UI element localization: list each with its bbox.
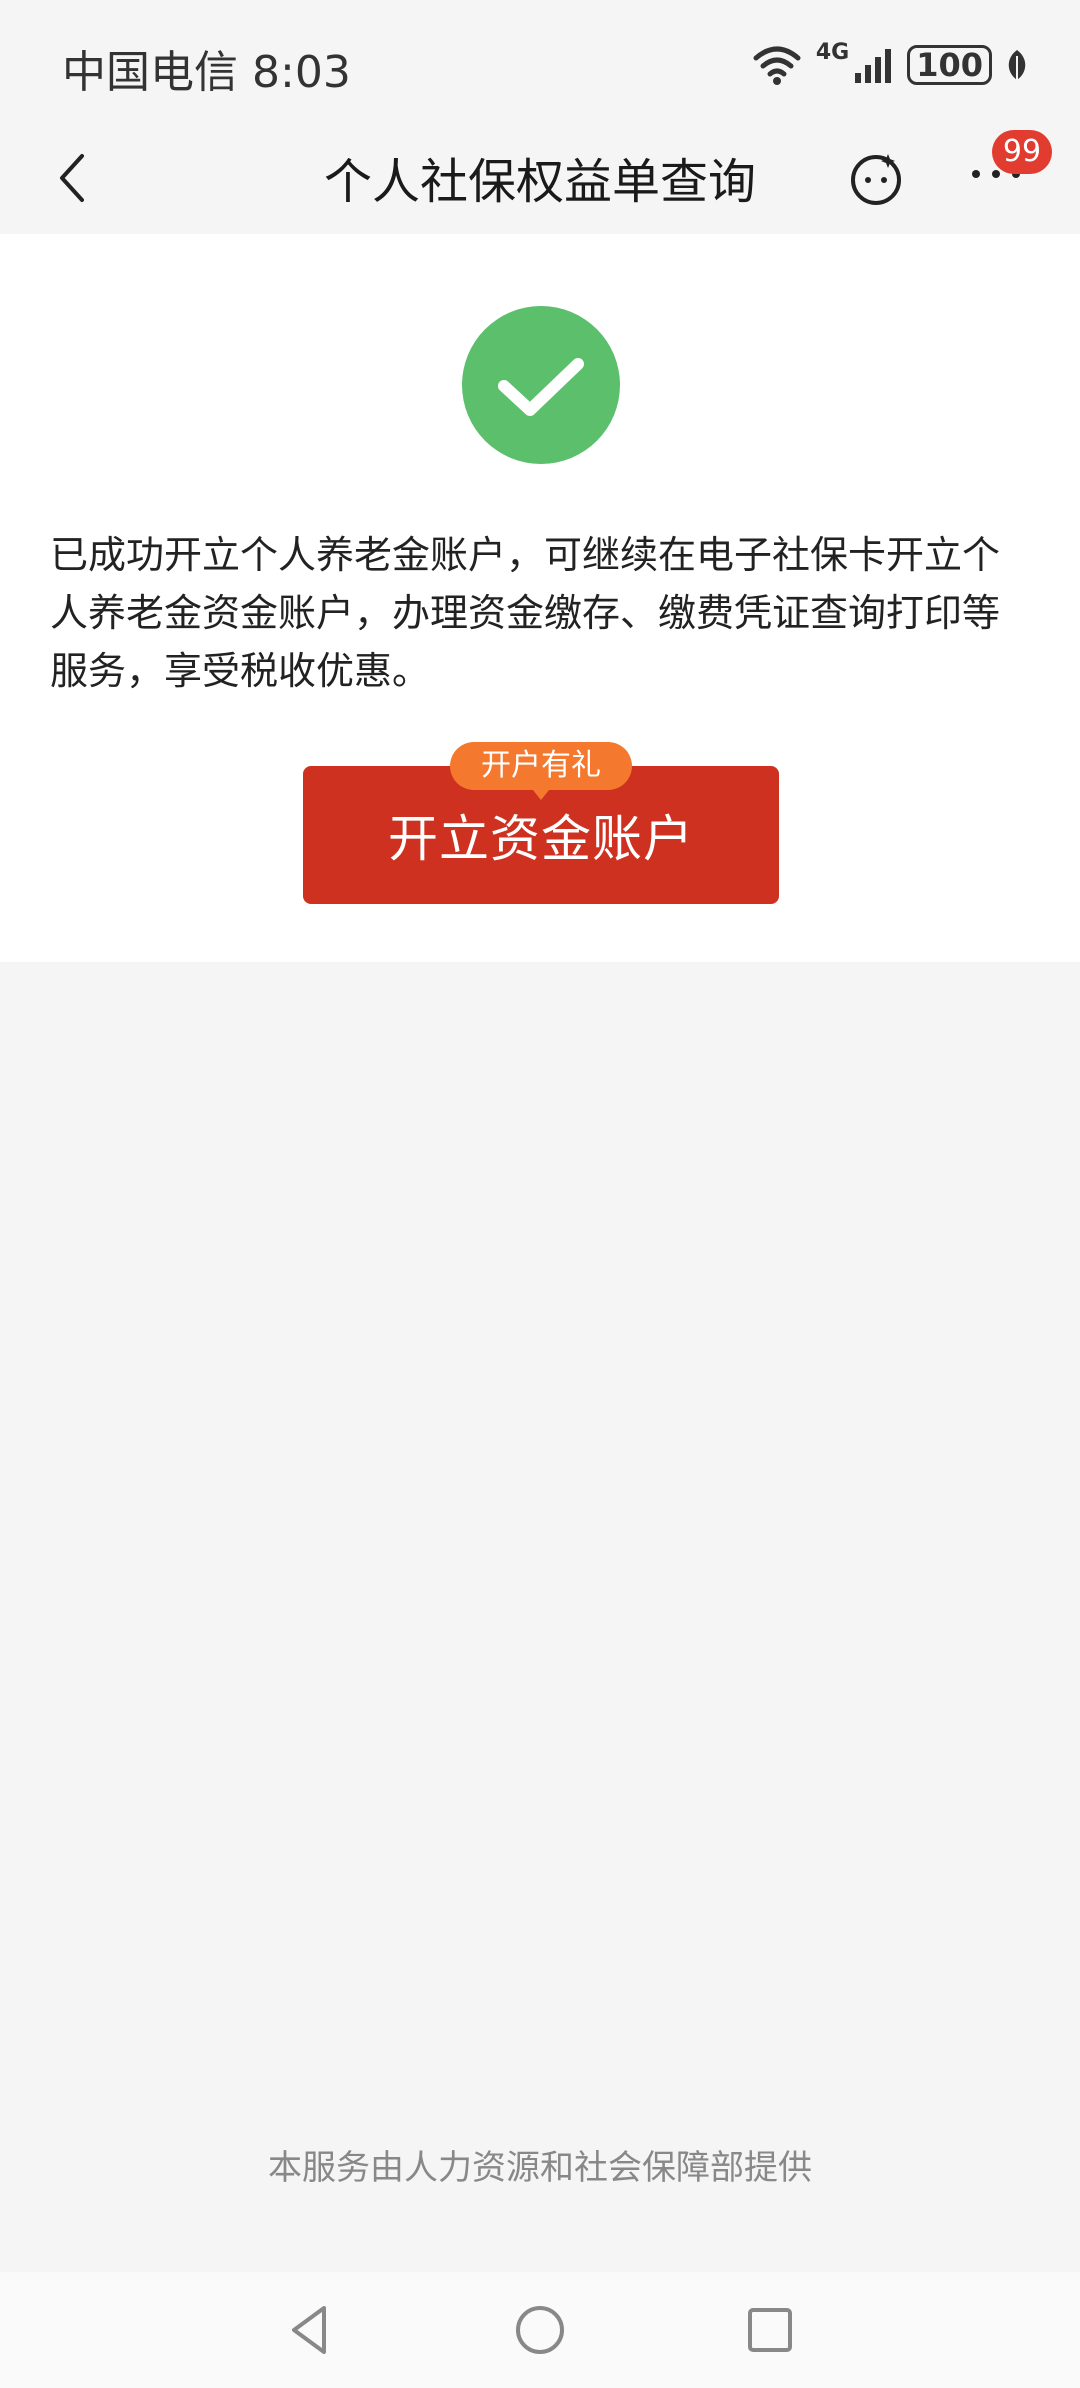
assistant-face-icon[interactable]: [848, 150, 904, 206]
signal-icon: [855, 49, 892, 83]
status-left: 中国电信 8:03: [62, 36, 351, 100]
page-title: 个人社保权益单查询: [323, 154, 756, 210]
nav-back-icon[interactable]: [280, 2300, 340, 2360]
battery-level: 100: [916, 46, 983, 84]
open-fund-account-label: 开立资金账户: [388, 810, 694, 868]
carrier-label: 中国电信: [62, 47, 238, 98]
success-check-icon: [462, 306, 620, 464]
provider-note: 本服务由人力资源和社会保障部提供: [268, 2148, 812, 2188]
status-bar: 中国电信 8:03 4G 100: [0, 0, 1080, 120]
wifi-icon: [753, 46, 801, 85]
leaf-icon: [1008, 50, 1026, 80]
system-nav-bar: [0, 2272, 1080, 2388]
nav-home-icon[interactable]: [510, 2300, 570, 2360]
nav-recents-icon[interactable]: [740, 2300, 800, 2360]
network-type: 4G: [815, 40, 850, 65]
clock: 8:03: [252, 47, 351, 98]
notification-badge: 99: [992, 130, 1052, 174]
status-icons: 4G 100: [752, 40, 1028, 90]
nav-bar: 个人社保权益单查询 99: [0, 120, 1080, 234]
result-card: 已成功开立个人养老金账户，可继续在电子社保卡开立个人养老金资金账户，办理资金缴存…: [0, 234, 1080, 962]
battery-icon: 100: [907, 45, 992, 85]
gift-tag: 开户有礼: [450, 742, 632, 800]
success-message: 已成功开立个人养老金账户，可继续在电子社保卡开立个人养老金资金账户，办理资金缴存…: [50, 533, 1001, 693]
